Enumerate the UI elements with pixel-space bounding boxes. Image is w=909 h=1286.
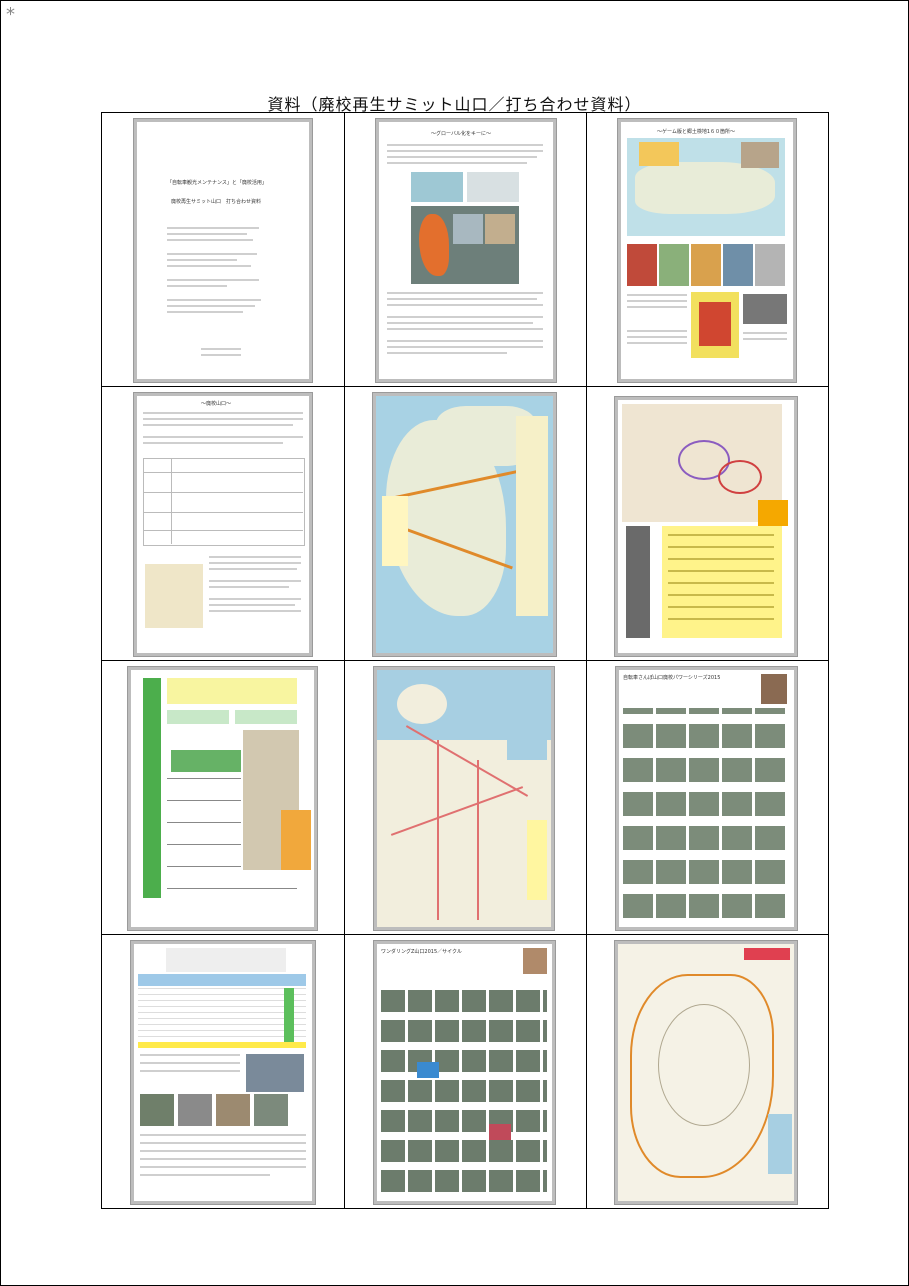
thumbnail-city-map (374, 667, 554, 930)
thumbnail-global: 〜グローバル化をキーに〜 (376, 119, 556, 382)
thumbnail-topo-map (615, 941, 797, 1204)
history-heading: 〜廃校山口〜 (201, 401, 232, 407)
cover-subheading: 廃校再生サミット山口 打ち合わせ資料 (171, 199, 262, 205)
thumbnail-cover: 「自転車観光メンテナンス」と「廃校活用」 廃校再生サミット山口 打ち合わせ資料 (134, 119, 312, 382)
thumbnail-history: 〜廃校山口〜 (134, 393, 312, 656)
thumbnail-island-map (373, 393, 556, 656)
thumbnail-game: 〜ゲーム版と郷土検地1６０箇所〜 (618, 119, 796, 382)
global-heading: 〜グローバル化をキーに〜 (431, 131, 491, 137)
cover-heading: 「自転車観光メンテナンス」と「廃校活用」 (167, 180, 267, 186)
thumbnail-timeline (128, 667, 317, 930)
corner-asterisk: * (6, 4, 15, 25)
photo-list-2015-heading: 自転車さんぽ山口廃校パワーシリーズ2015 (623, 675, 721, 681)
thumbnail-photo-list-2015: 自転車さんぽ山口廃校パワーシリーズ2015 (616, 667, 797, 930)
thumbnail-detail-map (615, 397, 797, 656)
game-heading: 〜ゲーム版と郷土検地1６０箇所〜 (657, 129, 736, 135)
thumbnail-table-sheet (131, 941, 315, 1204)
photo-list-2-heading: ワンダリングZ山口2015／サイクル (381, 949, 462, 955)
thumbnail-photo-list-2: ワンダリングZ山口2015／サイクル (374, 941, 555, 1204)
